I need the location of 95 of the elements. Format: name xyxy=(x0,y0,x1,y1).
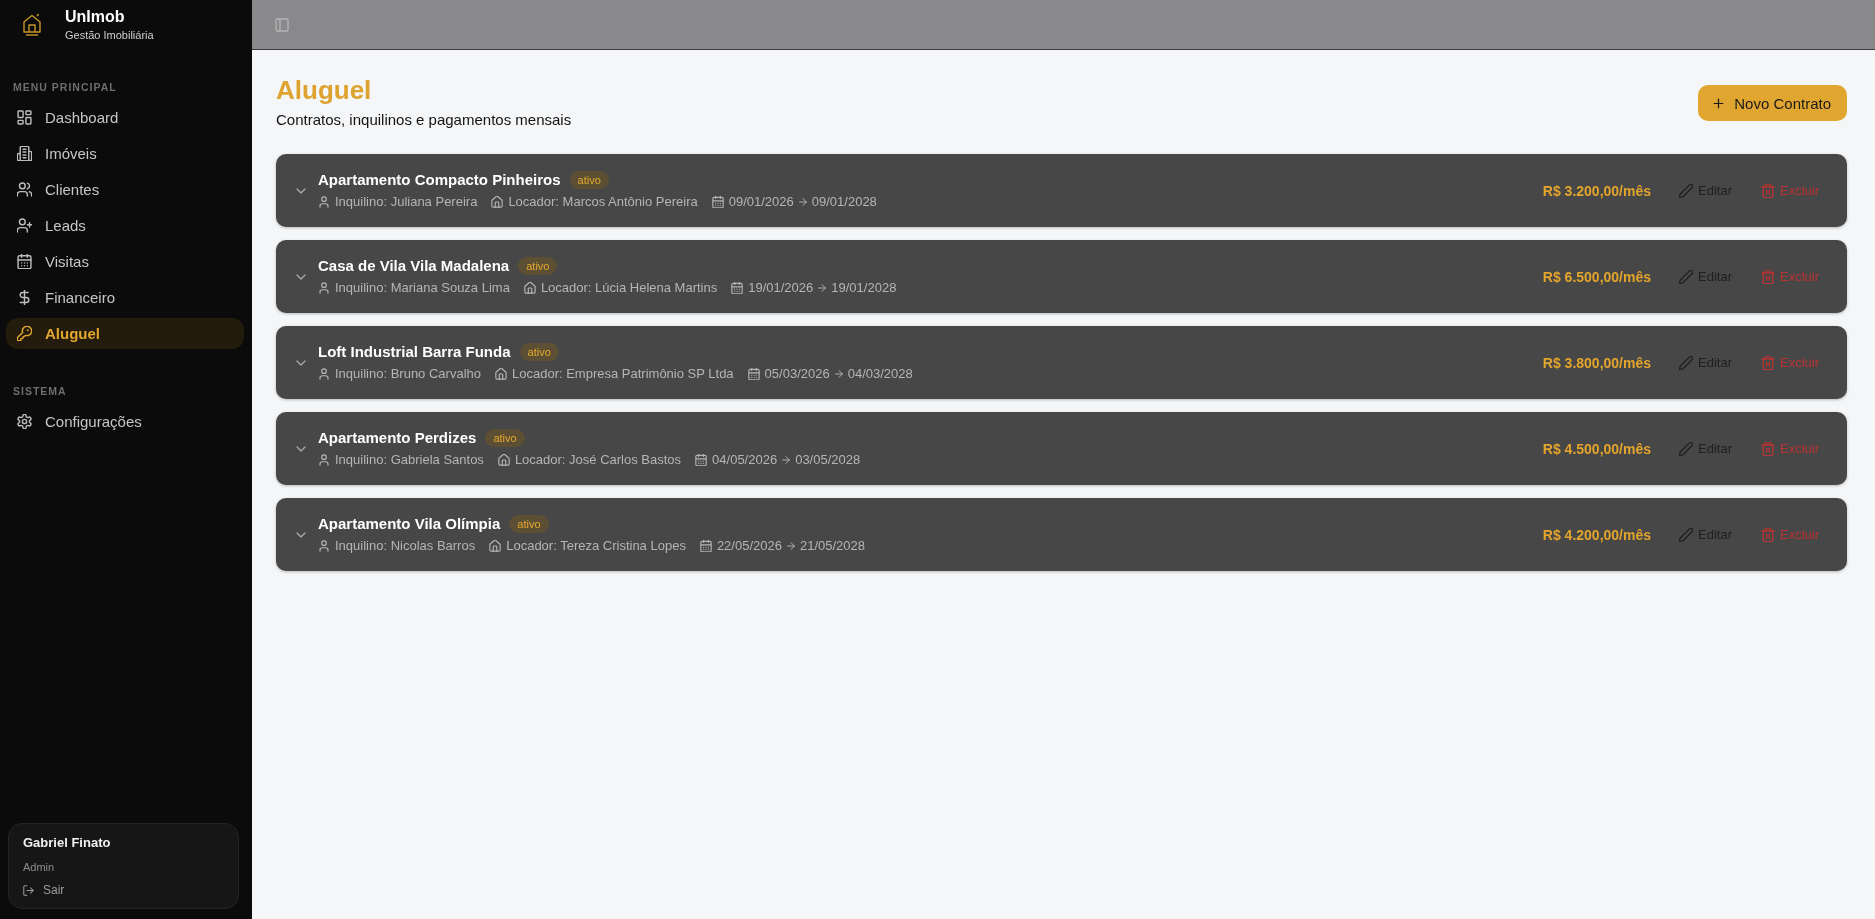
pencil-icon xyxy=(1679,269,1693,284)
start-date: 05/03/2026 xyxy=(764,365,830,383)
page-title: Aluguel xyxy=(276,74,373,106)
building-icon xyxy=(17,146,32,161)
dollar-sign-icon xyxy=(17,290,32,305)
trash-icon xyxy=(1761,527,1775,542)
property-title: Casa de Vila Vila Madalena xyxy=(318,256,510,276)
property-title: Apartamento Perdizes xyxy=(318,428,477,448)
rent-amount: R$ 4.200,00/mês xyxy=(1542,525,1651,544)
arrow-right-icon xyxy=(833,369,844,379)
nav-item[interactable]: Financeiro xyxy=(6,282,244,313)
tenant-name: Inquilino: Nicolas Barros xyxy=(335,537,476,555)
person-icon xyxy=(318,368,330,380)
house-icon xyxy=(491,196,504,208)
pencil-icon xyxy=(1679,183,1693,198)
nav-item[interactable]: Leads xyxy=(6,210,244,241)
trash-icon xyxy=(1761,183,1775,198)
logout-icon xyxy=(23,884,34,896)
end-date: 04/03/2028 xyxy=(847,365,913,383)
trash-icon xyxy=(1761,269,1775,284)
end-date: 09/01/2028 xyxy=(811,193,877,211)
calendar-icon xyxy=(17,254,32,269)
section-label: MENU PRINCIPAL xyxy=(13,80,118,94)
pencil-icon xyxy=(1679,527,1693,542)
property-title: Apartamento Vila Olímpia xyxy=(318,514,501,534)
plus-icon xyxy=(1712,96,1726,110)
status-badge: ativo xyxy=(509,515,549,533)
user-plus-icon xyxy=(17,218,32,233)
page-subtitle: Contratos, inquilinos e pagamentos mensais xyxy=(276,110,572,130)
grid-icon xyxy=(17,110,32,125)
start-date: 04/05/2026 xyxy=(712,451,778,469)
user-role: Admin xyxy=(23,860,56,874)
pencil-icon xyxy=(1679,355,1693,370)
person-icon xyxy=(318,540,330,552)
settings-icon xyxy=(17,414,32,429)
pencil-icon xyxy=(1679,441,1693,456)
section-label: SISTEMA xyxy=(13,384,68,398)
property-title: Apartamento Compacto Pinheiros xyxy=(318,170,561,190)
calendar-icon xyxy=(711,196,724,208)
key-icon xyxy=(17,326,32,341)
trash-icon xyxy=(1761,441,1775,456)
status-badge: ativo xyxy=(485,429,525,447)
status-badge: ativo xyxy=(519,343,559,361)
nav-item[interactable]: Clientes xyxy=(6,174,244,205)
nav-item[interactable]: Imóveis xyxy=(6,138,244,169)
landlord-name: Locador: Marcos Antônio Pereira xyxy=(508,193,698,211)
start-date: 19/01/2026 xyxy=(748,279,814,297)
end-date: 21/05/2028 xyxy=(799,537,866,555)
tenant-name: Inquilino: Mariana Souza Lima xyxy=(335,279,510,297)
arrow-right-icon xyxy=(785,541,796,551)
arrow-right-icon xyxy=(781,455,792,465)
status-badge: ativo xyxy=(569,171,609,189)
landlord-name: Locador: Empresa Patrimônio SP Ltda xyxy=(512,365,734,383)
calendar-icon xyxy=(695,454,708,466)
house-icon xyxy=(523,282,536,294)
start-date: 09/01/2026 xyxy=(728,193,794,211)
rent-amount: R$ 4.500,00/mês xyxy=(1542,439,1651,458)
calendar-icon xyxy=(747,368,760,380)
new-contract-button[interactable]: Novo Contrato xyxy=(1698,85,1847,121)
house-icon xyxy=(495,368,507,380)
calendar-icon xyxy=(731,282,744,294)
user-name: Gabriel Finato xyxy=(23,835,112,851)
person-icon xyxy=(318,454,330,466)
calendar-icon xyxy=(699,540,712,552)
rent-amount: R$ 6.500,00/mês xyxy=(1542,267,1651,286)
tenant-name: Inquilino: Gabriela Santos xyxy=(335,451,484,469)
end-date: 03/05/2028 xyxy=(795,451,861,469)
rent-amount: R$ 3.800,00/mês xyxy=(1542,353,1651,372)
rent-amount: R$ 3.200,00/mês xyxy=(1542,181,1651,200)
end-date: 19/01/2028 xyxy=(831,279,897,297)
brand-name: UnImob xyxy=(65,8,126,26)
nav-item[interactable]: Visitas xyxy=(6,246,244,277)
sidebar-toggle-icon[interactable] xyxy=(275,17,289,32)
house-icon xyxy=(497,454,510,466)
logout-button[interactable]: Sair xyxy=(23,882,65,898)
trash-icon xyxy=(1761,355,1775,370)
person-icon xyxy=(318,282,330,294)
tenant-name: Inquilino: Bruno Carvalho xyxy=(335,365,481,383)
landlord-name: Locador: José Carlos Bastos xyxy=(514,451,682,469)
nav-item[interactable]: Configurações xyxy=(6,406,244,437)
arrow-right-icon xyxy=(797,197,808,207)
arrow-right-icon xyxy=(817,283,828,293)
nav-item[interactable]: Dashboard xyxy=(6,102,244,133)
nav-item[interactable]: Aluguel xyxy=(6,318,244,349)
landlord-name: Locador: Tereza Cristina Lopes xyxy=(506,537,686,555)
users-icon xyxy=(17,182,32,197)
property-title: Loft Industrial Barra Funda xyxy=(318,342,511,362)
tenant-name: Inquilino: Juliana Pereira xyxy=(335,193,478,211)
logo-icon xyxy=(21,13,43,37)
house-icon xyxy=(489,540,502,552)
person-icon xyxy=(318,196,330,208)
landlord-name: Locador: Lúcia Helena Martins xyxy=(540,279,718,297)
status-badge: ativo xyxy=(518,257,558,275)
start-date: 22/05/2026 xyxy=(716,537,782,555)
brand-tagline: Gestão Imobiliária xyxy=(65,28,154,42)
